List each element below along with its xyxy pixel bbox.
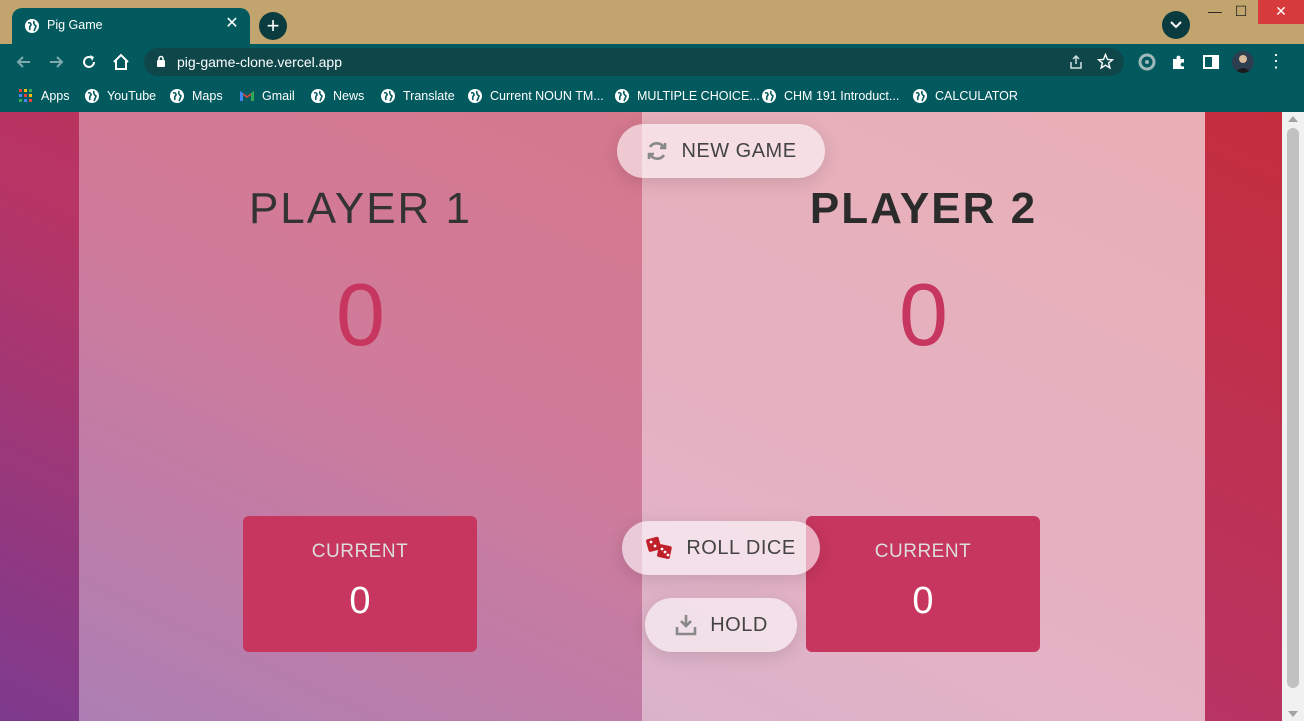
bookmark-current-noun[interactable]: Current NOUN TM... [467, 86, 604, 106]
browser-tab[interactable]: Pig Game ✕ [12, 8, 250, 44]
bookmark-youtube[interactable]: YouTube [84, 86, 156, 106]
bookmark-chm-191[interactable]: CHM 191 Introduct... [761, 86, 899, 106]
chevron-down-icon [1170, 21, 1182, 29]
share-icon[interactable] [1068, 54, 1084, 70]
roll-dice-button[interactable]: ROLL DICE [622, 521, 820, 575]
globe-icon [762, 89, 776, 103]
bookmark-maps[interactable]: Maps [169, 86, 223, 106]
player-1-score: 0 [336, 265, 385, 364]
title-bar: Pig Game ✕ + — ☐ ✕ [0, 0, 1304, 44]
bookmark-label: MULTIPLE CHOICE... [637, 89, 760, 103]
bookmark-multiple-choice[interactable]: MULTIPLE CHOICE... [614, 86, 760, 106]
vertical-scrollbar[interactable] [1282, 112, 1304, 721]
maximize-button[interactable]: ☐ [1224, 0, 1258, 24]
game-board: PLAYER 1 0 CURRENT 0 PLAYER 2 0 CURRENT … [79, 112, 1205, 721]
player-2-name: PLAYER 2 [809, 184, 1038, 233]
back-arrow-icon[interactable] [14, 52, 34, 72]
profile-person-icon [1235, 55, 1251, 73]
bookmark-label: Maps [192, 89, 223, 103]
reload-icon[interactable] [79, 52, 99, 72]
bookmark-label: News [333, 89, 365, 103]
puzzle-extensions-icon[interactable] [1169, 52, 1189, 72]
bookmark-star-icon[interactable] [1097, 53, 1114, 70]
player-1-panel: PLAYER 1 0 CURRENT 0 [79, 112, 642, 721]
player-2-current-box: CURRENT 0 [806, 516, 1040, 652]
new-game-label: NEW GAME [681, 139, 797, 162]
scroll-thumb[interactable] [1287, 128, 1299, 688]
bookmarks-bar: Apps YouTube Maps Gmail News Translate C… [0, 80, 1304, 112]
roll-dice-label: ROLL DICE [686, 536, 796, 559]
extension-power-icon[interactable] [1137, 52, 1157, 72]
new-game-button[interactable]: NEW GAME [617, 124, 825, 178]
new-tab-button[interactable]: + [259, 12, 287, 40]
globe-icon [615, 89, 629, 103]
globe-icon [170, 89, 184, 103]
refresh-icon [648, 142, 667, 160]
close-window-button[interactable]: ✕ [1258, 0, 1304, 24]
tab-title: Pig Game [47, 18, 103, 32]
menu-kebab-icon[interactable]: ⋮ [1266, 52, 1286, 72]
gmail-icon [240, 91, 254, 101]
forward-arrow-icon[interactable] [46, 52, 66, 72]
scroll-down-arrow-icon[interactable] [1288, 711, 1298, 717]
bookmark-apps[interactable]: Apps [18, 86, 70, 106]
player-2-score: 0 [899, 265, 948, 364]
side-panel-icon[interactable] [1201, 52, 1221, 72]
bookmark-label: CHM 191 Introduct... [784, 89, 900, 103]
player-1-name: PLAYER 1 [248, 184, 473, 233]
player-1-current-label: CURRENT [311, 541, 409, 562]
dice-icon [646, 536, 673, 559]
bookmark-label: Apps [41, 89, 70, 103]
player-1-current-box: CURRENT 0 [243, 516, 477, 652]
scroll-up-arrow-icon[interactable] [1288, 116, 1298, 122]
apps-grid-icon [19, 89, 32, 102]
globe-icon [381, 89, 395, 103]
bookmark-news[interactable]: News [310, 86, 364, 106]
hold-label: HOLD [710, 613, 768, 636]
bookmark-label: Current NOUN TM... [490, 89, 604, 103]
home-icon[interactable] [111, 52, 131, 72]
address-bar[interactable]: pig-game-clone.vercel.app [144, 48, 1124, 76]
bookmark-label: Gmail [262, 89, 295, 103]
bookmark-label: YouTube [107, 89, 157, 103]
globe-icon [311, 89, 325, 103]
url-text[interactable]: pig-game-clone.vercel.app [177, 54, 342, 70]
tab-close-icon[interactable]: ✕ [222, 14, 242, 34]
hold-button[interactable]: HOLD [645, 598, 797, 652]
bookmark-gmail[interactable]: Gmail [239, 86, 295, 106]
profile-avatar[interactable] [1232, 51, 1254, 73]
bookmark-calculator[interactable]: CALCULATOR [912, 86, 1018, 106]
globe-icon [25, 19, 39, 33]
player-2-current-score: 0 [912, 580, 934, 622]
globe-icon [85, 89, 99, 103]
player-1-current-score: 0 [349, 580, 371, 622]
download-tray-icon [675, 615, 697, 636]
browser-toolbar: pig-game-clone.vercel.app ⋮ [0, 44, 1304, 80]
globe-icon [913, 89, 927, 103]
bookmark-label: Translate [403, 89, 455, 103]
bookmark-label: CALCULATOR [935, 89, 1018, 103]
bookmark-translate[interactable]: Translate [380, 86, 455, 106]
lock-icon[interactable] [156, 55, 166, 68]
globe-icon [468, 89, 482, 103]
player-2-current-label: CURRENT [874, 541, 972, 562]
tab-search-button[interactable] [1162, 11, 1190, 39]
page-viewport: PLAYER 1 0 CURRENT 0 PLAYER 2 0 CURRENT … [0, 112, 1282, 721]
